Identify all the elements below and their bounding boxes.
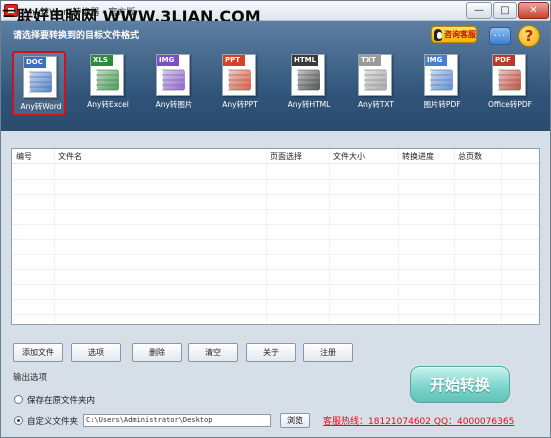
- format-tag: PDF: [493, 55, 515, 66]
- format-option-ppt-3[interactable]: PPT Any转PPT: [213, 51, 267, 116]
- file-list-header: 编号 文件名 页面选择 文件大小 转换进度 总页数: [12, 149, 539, 164]
- delete-button[interactable]: 删除: [132, 343, 182, 362]
- format-art: [298, 70, 320, 90]
- minimize-button[interactable]: —: [466, 2, 492, 19]
- browse-button[interactable]: 浏览: [280, 413, 310, 428]
- format-option-html-4[interactable]: HTML Any转HTML: [282, 51, 336, 116]
- format-label: Any转PPT: [222, 100, 258, 109]
- ppt-slide-icon: PPT: [222, 54, 256, 96]
- save-original-radio[interactable]: [14, 395, 23, 404]
- format-tag: IMG: [157, 55, 179, 66]
- format-tag: DOC: [24, 57, 46, 68]
- output-options-label: 输出选项: [13, 373, 48, 383]
- close-button[interactable]: ✕: [518, 2, 549, 19]
- output-path-field[interactable]: C:\Users\Administrator\Desktop: [83, 414, 271, 427]
- format-art: [365, 70, 387, 90]
- format-option-img-6[interactable]: IMG 图片转PDF: [415, 51, 469, 116]
- grid-column-line: [501, 149, 502, 324]
- format-header: 请选择要转换到的目标文件格式 咨询客服 ··· ? DOC Any转Word XLS…: [1, 21, 550, 131]
- column-header-progress[interactable]: 转换进度: [402, 151, 434, 162]
- pdf-icon: PDF: [492, 54, 526, 96]
- grid-row-line: [12, 179, 539, 180]
- grid-column-line: [454, 149, 455, 324]
- column-header-number[interactable]: 编号: [16, 151, 32, 162]
- column-header-file-size[interactable]: 文件大小: [333, 151, 365, 162]
- help-icon[interactable]: ?: [518, 25, 540, 47]
- format-art: [163, 70, 185, 90]
- grid-column-line: [266, 149, 267, 324]
- format-label: Office转PDF: [487, 100, 532, 109]
- options-button[interactable]: 选项: [71, 343, 121, 362]
- qq-penguin-icon: [434, 28, 442, 41]
- hotline-numbers: 18121074602 QQ：4000076365: [368, 417, 515, 427]
- grid-row-line: [12, 284, 539, 285]
- column-header-filename[interactable]: 文件名: [58, 151, 82, 162]
- maximize-button[interactable]: □: [493, 2, 517, 19]
- format-tag: IMG: [425, 55, 447, 66]
- format-option-pdf-7[interactable]: PDF Office转PDF: [483, 51, 537, 116]
- format-art: [431, 70, 453, 90]
- grid-row-line: [12, 254, 539, 255]
- format-label: 图片转PDF: [423, 100, 461, 109]
- support-hotline: 客服热线：18121074602 QQ：4000076365: [323, 414, 514, 427]
- image-to-pdf-icon: IMG: [424, 54, 458, 96]
- grid-column-line: [329, 149, 330, 324]
- format-art: [229, 70, 251, 90]
- app-window: Any转Word转换器 - 官方版 三联好电脑网 WWW.3LIAN.COM —…: [0, 0, 551, 438]
- title-bar[interactable]: Any转Word转换器 - 官方版 三联好电脑网 WWW.3LIAN.COM —…: [1, 1, 550, 26]
- image-icon: IMG: [156, 54, 190, 96]
- format-art: [30, 72, 52, 92]
- format-label: Any转HTML: [287, 100, 331, 109]
- header-caption: 请选择要转换到的目标文件格式: [13, 31, 140, 41]
- text-doc-icon: TXT: [358, 54, 392, 96]
- format-label: Any转Excel: [87, 100, 129, 109]
- format-art: [97, 70, 119, 90]
- register-button[interactable]: 注册: [303, 343, 353, 362]
- grid-row-line: [12, 314, 539, 315]
- clear-button[interactable]: 清空: [188, 343, 238, 362]
- format-option-doc-0[interactable]: DOC Any转Word: [12, 51, 66, 116]
- format-option-img-2[interactable]: IMG Any转图片: [147, 51, 201, 116]
- format-label: Any转Word: [20, 102, 62, 111]
- hotline-prefix: 客服热线：: [323, 417, 369, 427]
- grid-row-line: [12, 224, 539, 225]
- column-header-total-pages[interactable]: 总页数: [458, 151, 482, 162]
- qq-consult-label: 咨询客服: [444, 30, 476, 39]
- grid-row-line: [12, 239, 539, 240]
- format-art: [499, 70, 521, 90]
- grid-row-line: [12, 299, 539, 300]
- column-header-page-select[interactable]: 页面选择: [270, 151, 302, 162]
- format-label: Any转TXT: [358, 100, 394, 109]
- grid-column-line: [398, 149, 399, 324]
- globe-icon: HTML: [291, 54, 325, 96]
- format-tag: XLS: [91, 55, 113, 66]
- format-option-txt-5[interactable]: TXT Any转TXT: [349, 51, 403, 116]
- grid-row-line: [12, 269, 539, 270]
- format-tag: PPT: [223, 55, 245, 66]
- format-label: Any转图片: [155, 100, 193, 109]
- chat-icon[interactable]: ···: [489, 27, 511, 45]
- excel-chart-icon: XLS: [90, 54, 124, 96]
- grid-row-line: [12, 194, 539, 195]
- file-list[interactable]: 编号 文件名 页面选择 文件大小 转换进度 总页数: [11, 148, 540, 325]
- about-button[interactable]: 关于: [246, 343, 296, 362]
- grid-column-line: [54, 149, 55, 324]
- grid-row-line: [12, 209, 539, 210]
- format-tag: TXT: [359, 55, 381, 66]
- custom-folder-radio[interactable]: [14, 416, 23, 425]
- custom-folder-label[interactable]: 自定义文件夹: [27, 415, 78, 427]
- format-option-xls-1[interactable]: XLS Any转Excel: [81, 51, 135, 116]
- qq-consult-button[interactable]: 咨询客服: [431, 26, 477, 43]
- save-original-label[interactable]: 保存在原文件夹内: [27, 394, 95, 406]
- word-doc-icon: DOC: [23, 56, 57, 98]
- start-convert-button[interactable]: 开始转换: [410, 366, 510, 403]
- format-tag: HTML: [292, 55, 319, 66]
- add-file-button[interactable]: 添加文件: [13, 343, 63, 362]
